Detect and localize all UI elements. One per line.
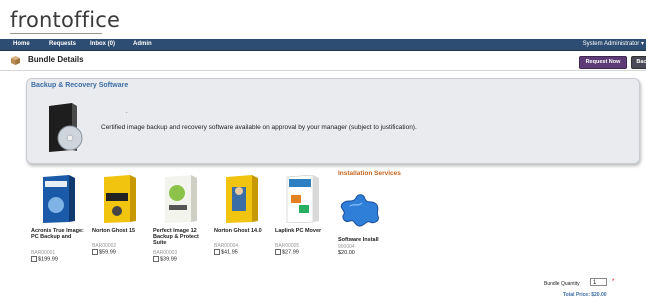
bundle-panel: Backup & Recovery Software . Certified i… (26, 78, 640, 164)
product-checkbox[interactable] (153, 256, 159, 262)
nav-requests[interactable]: Requests (49, 40, 76, 49)
logo-underline (10, 33, 102, 34)
product-box-perfect-image-icon (165, 175, 197, 223)
nav-admin[interactable]: Admin (133, 40, 152, 49)
product-name[interactable]: Laplink PC Mover (275, 228, 333, 234)
product-price: $59.99 (99, 249, 116, 256)
product-price-row: $27.99 (275, 249, 299, 255)
product-price-row: $199.99 (31, 256, 58, 262)
product-card[interactable]: Acronis True Image: PC Backup and BAR000… (31, 175, 87, 262)
package-icon (11, 56, 20, 65)
puzzle-icon[interactable] (338, 190, 382, 230)
bundle-quantity-input[interactable]: 1 (590, 278, 607, 286)
nav-user-name: System Administrator (582, 41, 640, 47)
software-box-icon (49, 103, 83, 152)
nav-home[interactable]: Home (13, 40, 30, 49)
product-checkbox[interactable] (214, 249, 220, 255)
app-logo: frontoffice (10, 8, 121, 32)
product-name[interactable]: Norton Ghost 14.0 (214, 228, 272, 234)
product-box-pcmover-icon (286, 174, 319, 224)
product-box-norton-icon (104, 175, 136, 223)
product-box-acronis-icon (43, 175, 75, 223)
product-name[interactable]: Perfect Image 12 Backup & Protect Suite (153, 228, 211, 246)
bundle-quantity-label: Bundle Quantity (544, 281, 580, 287)
product-card[interactable]: Norton Ghost 15 BAR00002 $59.99 (92, 175, 148, 255)
bundle-dot: . (126, 109, 128, 115)
back-button[interactable]: Back (631, 56, 646, 69)
product-checkbox[interactable] (92, 249, 98, 255)
service-price: $20.00 (338, 250, 355, 256)
top-navbar: Home Requests Inbox (0) Admin System Adm… (0, 39, 646, 51)
nav-inbox[interactable]: Inbox (0) (90, 40, 115, 49)
product-checkbox[interactable] (31, 256, 37, 262)
product-price: $199.99 (38, 256, 58, 263)
product-card[interactable]: Perfect Image 12 Backup & Protect Suite … (153, 175, 209, 262)
total-price: Total Price: $20.00 (563, 292, 607, 298)
bundle-description: Certified image backup and recovery soft… (101, 124, 417, 131)
page-title: Bundle Details (28, 55, 84, 64)
page-titlebar: Bundle Details Request Now Back (0, 51, 646, 71)
product-name[interactable]: Acronis True Image: PC Backup and (31, 228, 89, 240)
product-price: $39.99 (160, 256, 177, 263)
product-checkbox[interactable] (275, 249, 281, 255)
request-now-button[interactable]: Request Now (579, 56, 627, 69)
product-price-row: $59.99 (92, 249, 116, 255)
product-name[interactable]: Norton Ghost 15 (92, 228, 150, 234)
product-price: $27.99 (282, 249, 299, 256)
nav-user-menu[interactable]: System Administrator ▾ (583, 40, 644, 49)
product-card[interactable]: Laplink PC Mover BAR00005 $27.99 (275, 174, 331, 255)
service-name[interactable]: Software Install (338, 237, 379, 243)
product-price: $41.95 (221, 249, 238, 256)
product-price-row: $41.95 (214, 249, 238, 255)
services-title: Installation Services (338, 170, 401, 177)
product-price-row: $39.99 (153, 256, 177, 262)
required-mark: * (612, 279, 615, 285)
product-card[interactable]: Norton Ghost 14.0 BAR00004 $41.95 (214, 175, 270, 255)
product-box-norton-ghost-icon (226, 175, 258, 223)
bundle-title: Backup & Recovery Software (31, 82, 129, 89)
